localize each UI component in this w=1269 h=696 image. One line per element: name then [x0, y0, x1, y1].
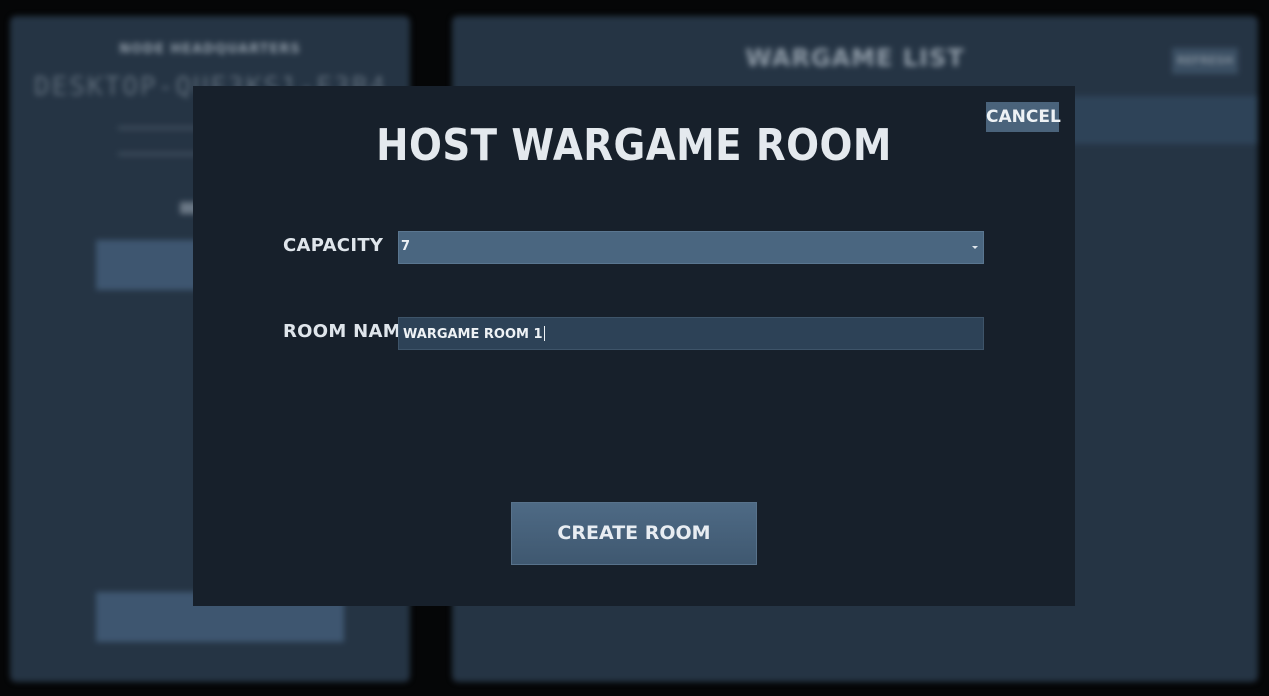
- host-wargame-room-dialog: HOST WARGAME ROOM CANCEL CAPACITY 7 ROOM…: [193, 86, 1075, 606]
- room-name-input[interactable]: WARGAME ROOM 1: [398, 317, 984, 350]
- room-name-value: WARGAME ROOM 1: [403, 326, 545, 342]
- create-room-button[interactable]: CREATE ROOM: [511, 502, 757, 565]
- node-headquarters-title: NODE HEADQUARTERS: [119, 42, 301, 57]
- cancel-button[interactable]: CANCEL: [986, 102, 1061, 132]
- capacity-dropdown[interactable]: 7: [398, 231, 984, 264]
- capacity-selected-value: 7: [401, 239, 411, 254]
- wargame-list-title: WARGAME LIST: [745, 44, 965, 72]
- refresh-button: REFRESH: [1172, 48, 1238, 74]
- room-name-text: WARGAME ROOM 1: [403, 327, 543, 342]
- chevron-down-icon: [972, 246, 978, 249]
- room-name-label: ROOM NAME: [283, 321, 414, 342]
- capacity-label: CAPACITY: [283, 235, 384, 256]
- text-cursor: [543, 326, 545, 341]
- dialog-title: HOST WARGAME ROOM: [376, 120, 892, 171]
